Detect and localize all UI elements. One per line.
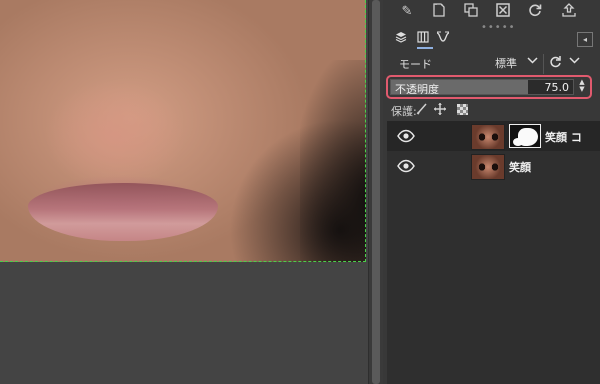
lock-alpha-icon[interactable] [457,104,468,115]
panel-menu-button[interactable]: ◂ [577,32,593,47]
delete-layer-icon[interactable] [493,3,513,21]
lock-label: 保護: [391,105,417,118]
layer-name[interactable]: 笑顔 [509,159,531,175]
chevron-down-icon[interactable] [527,55,538,69]
image-canvas[interactable] [0,0,368,384]
export-icon[interactable] [559,3,579,21]
eye-icon[interactable] [397,128,415,144]
layer-thumbnail[interactable] [471,154,505,180]
lock-row: 保護: [391,103,591,119]
layers-list: 笑顔 コ 笑顔 [387,121,600,384]
layer-thumbnail[interactable] [471,124,505,150]
layer-name[interactable]: 笑顔 コ [545,129,582,145]
active-tab-indicator [417,47,433,49]
edit-layer-attributes-icon[interactable]: ✎ [397,3,417,21]
layer-boundary [0,0,366,262]
mode-label: モード [399,58,432,71]
layers-dock: ✎ ••••• ◂ モード 標準 不透明度 75.0 ▲ ▼ 保護: 笑顔 コ … [383,0,600,384]
tab-channels[interactable] [415,31,431,47]
divider [543,54,544,74]
refresh-icon[interactable] [525,3,545,21]
duplicate-layer-icon[interactable] [461,3,481,21]
layer-row[interactable]: 笑顔 コ [387,121,600,151]
opacity-value[interactable]: 75.0 [545,81,570,94]
scrollbar-thumb[interactable] [372,0,380,384]
dock-tabs: ◂ [387,31,597,49]
lock-pixels-icon[interactable] [415,103,429,117]
mask-shape [513,138,523,146]
chevron-down-icon[interactable] [569,55,580,69]
opacity-slider[interactable]: 不透明度 75.0 [390,79,574,95]
mode-row: モード 標準 [391,54,597,74]
opacity-spin-buttons[interactable]: ▲ ▼ [576,79,588,95]
opacity-label: 不透明度 [395,83,439,95]
lock-position-icon[interactable] [433,103,447,117]
composite-mode-icon[interactable] [549,55,563,72]
new-layer-icon[interactable] [429,3,449,21]
layer-mask-thumbnail[interactable] [509,124,541,148]
canvas-vertical-scrollbar[interactable] [368,0,383,384]
tab-layers[interactable] [393,31,409,47]
layers-toolbar: ✎ [383,0,600,24]
layer-row[interactable]: 笑顔 [387,151,600,181]
tab-paths[interactable] [435,31,451,47]
eye-icon[interactable] [397,158,415,174]
